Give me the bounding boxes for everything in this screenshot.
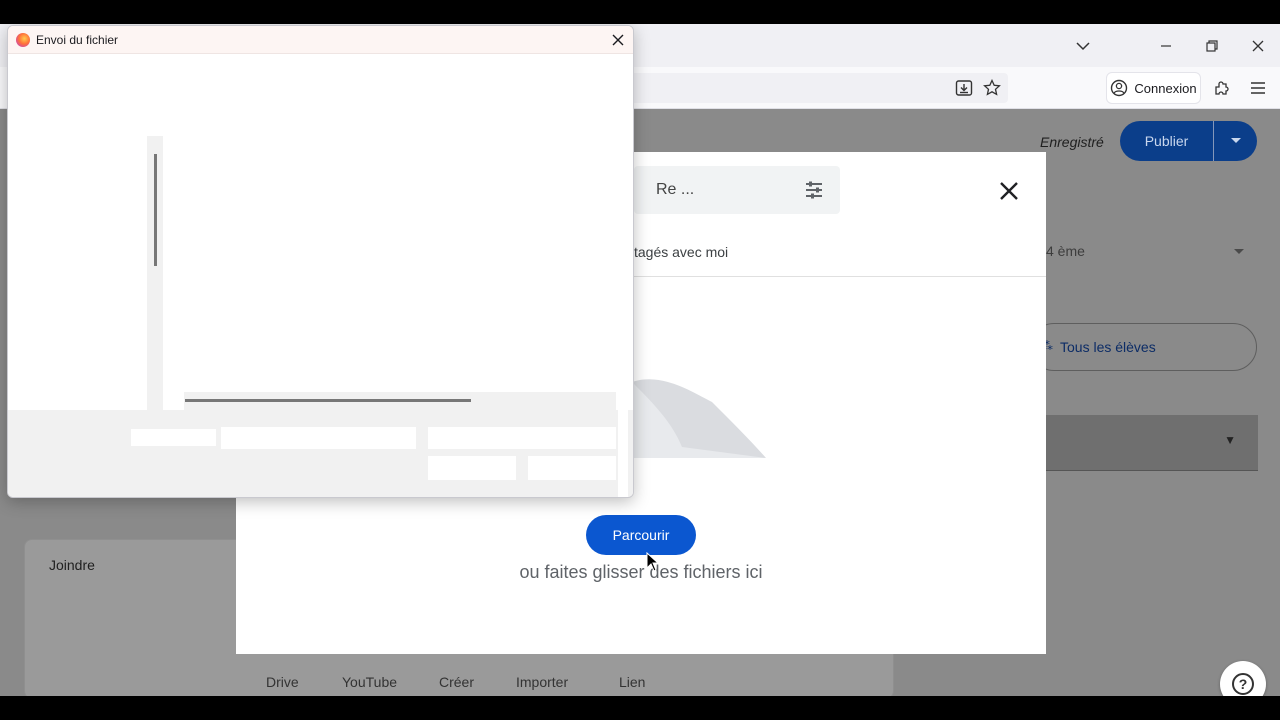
dialog-footer xyxy=(8,410,633,497)
publish-button[interactable]: Publier xyxy=(1120,121,1214,161)
students-label: Tous les élèves xyxy=(1060,339,1156,355)
browse-button[interactable]: Parcourir xyxy=(586,515,696,555)
firefox-icon xyxy=(16,33,30,47)
menu-icon[interactable] xyxy=(1248,78,1268,98)
caret-down-icon xyxy=(1230,138,1241,143)
picker-search-text: Re ... xyxy=(656,181,695,198)
restore-icon[interactable] xyxy=(1200,34,1224,58)
tab-divider xyxy=(634,276,1046,277)
attach-youtube-button[interactable]: YouTube xyxy=(342,674,397,690)
address-bar[interactable] xyxy=(630,73,1008,103)
attach-heading: Joindre xyxy=(49,557,95,573)
close-icon[interactable] xyxy=(1246,34,1270,58)
students-button[interactable]: ⁂ Tous les élèves xyxy=(1030,323,1257,371)
login-label: Connexion xyxy=(1134,80,1197,96)
vertical-scrollbar[interactable] xyxy=(154,154,157,266)
dialog-close-icon[interactable] xyxy=(608,30,628,50)
dialog-title: Envoi du fichier xyxy=(36,33,119,47)
attach-link-button[interactable]: Lien xyxy=(619,674,645,690)
caret-down-icon xyxy=(1234,249,1244,254)
account-icon xyxy=(1111,79,1128,97)
dialog-footer-edge xyxy=(618,410,628,497)
caret-down-icon: ▼ xyxy=(1224,433,1236,447)
minimize-icon[interactable] xyxy=(1154,34,1178,58)
picker-search-input[interactable]: Re ... xyxy=(634,166,840,214)
filename-input[interactable] xyxy=(221,427,416,449)
publish-button-group: Publier xyxy=(1120,121,1257,161)
horizontal-scrollbar[interactable] xyxy=(185,399,471,402)
file-upload-dialog: Envoi du fichier xyxy=(7,25,634,498)
attach-create-button[interactable]: Créer xyxy=(439,674,474,690)
picker-close-icon[interactable] xyxy=(998,180,1020,202)
drop-message: ou faites glisser des fichiers ici xyxy=(519,562,763,582)
tab-shared-with-me[interactable]: tagés avec moi xyxy=(634,244,728,260)
mountain-illustration-icon xyxy=(632,379,766,458)
download-icon[interactable] xyxy=(954,78,974,98)
class-select[interactable]: 4 ème xyxy=(1046,227,1258,277)
open-button[interactable] xyxy=(428,456,516,480)
attach-import-button[interactable]: Importer xyxy=(516,674,568,690)
saved-status: Enregistré xyxy=(1040,134,1104,150)
filter-icon[interactable] xyxy=(804,180,824,200)
login-button[interactable]: Connexion xyxy=(1106,72,1201,104)
publish-dropdown-button[interactable] xyxy=(1214,121,1257,161)
chevron-down-icon[interactable] xyxy=(1071,34,1095,58)
dialog-title-bar: Envoi du fichier xyxy=(8,26,633,54)
file-type-select[interactable] xyxy=(428,427,616,449)
class-select-value: 4 ème xyxy=(1046,243,1085,259)
mouse-cursor-icon xyxy=(646,552,660,572)
screen: Connexion Enregistré Publier 4 ème ⁂ Tou… xyxy=(0,24,1280,696)
cancel-button[interactable] xyxy=(528,456,616,480)
attach-drive-button[interactable]: Drive xyxy=(266,674,299,690)
topic-select[interactable]: ▼ xyxy=(1046,415,1258,471)
extensions-icon[interactable] xyxy=(1212,78,1232,98)
filename-label-placeholder xyxy=(131,429,216,446)
star-icon[interactable] xyxy=(982,78,1002,98)
help-icon: ? xyxy=(1232,673,1254,695)
help-button[interactable]: ? xyxy=(1220,661,1266,696)
